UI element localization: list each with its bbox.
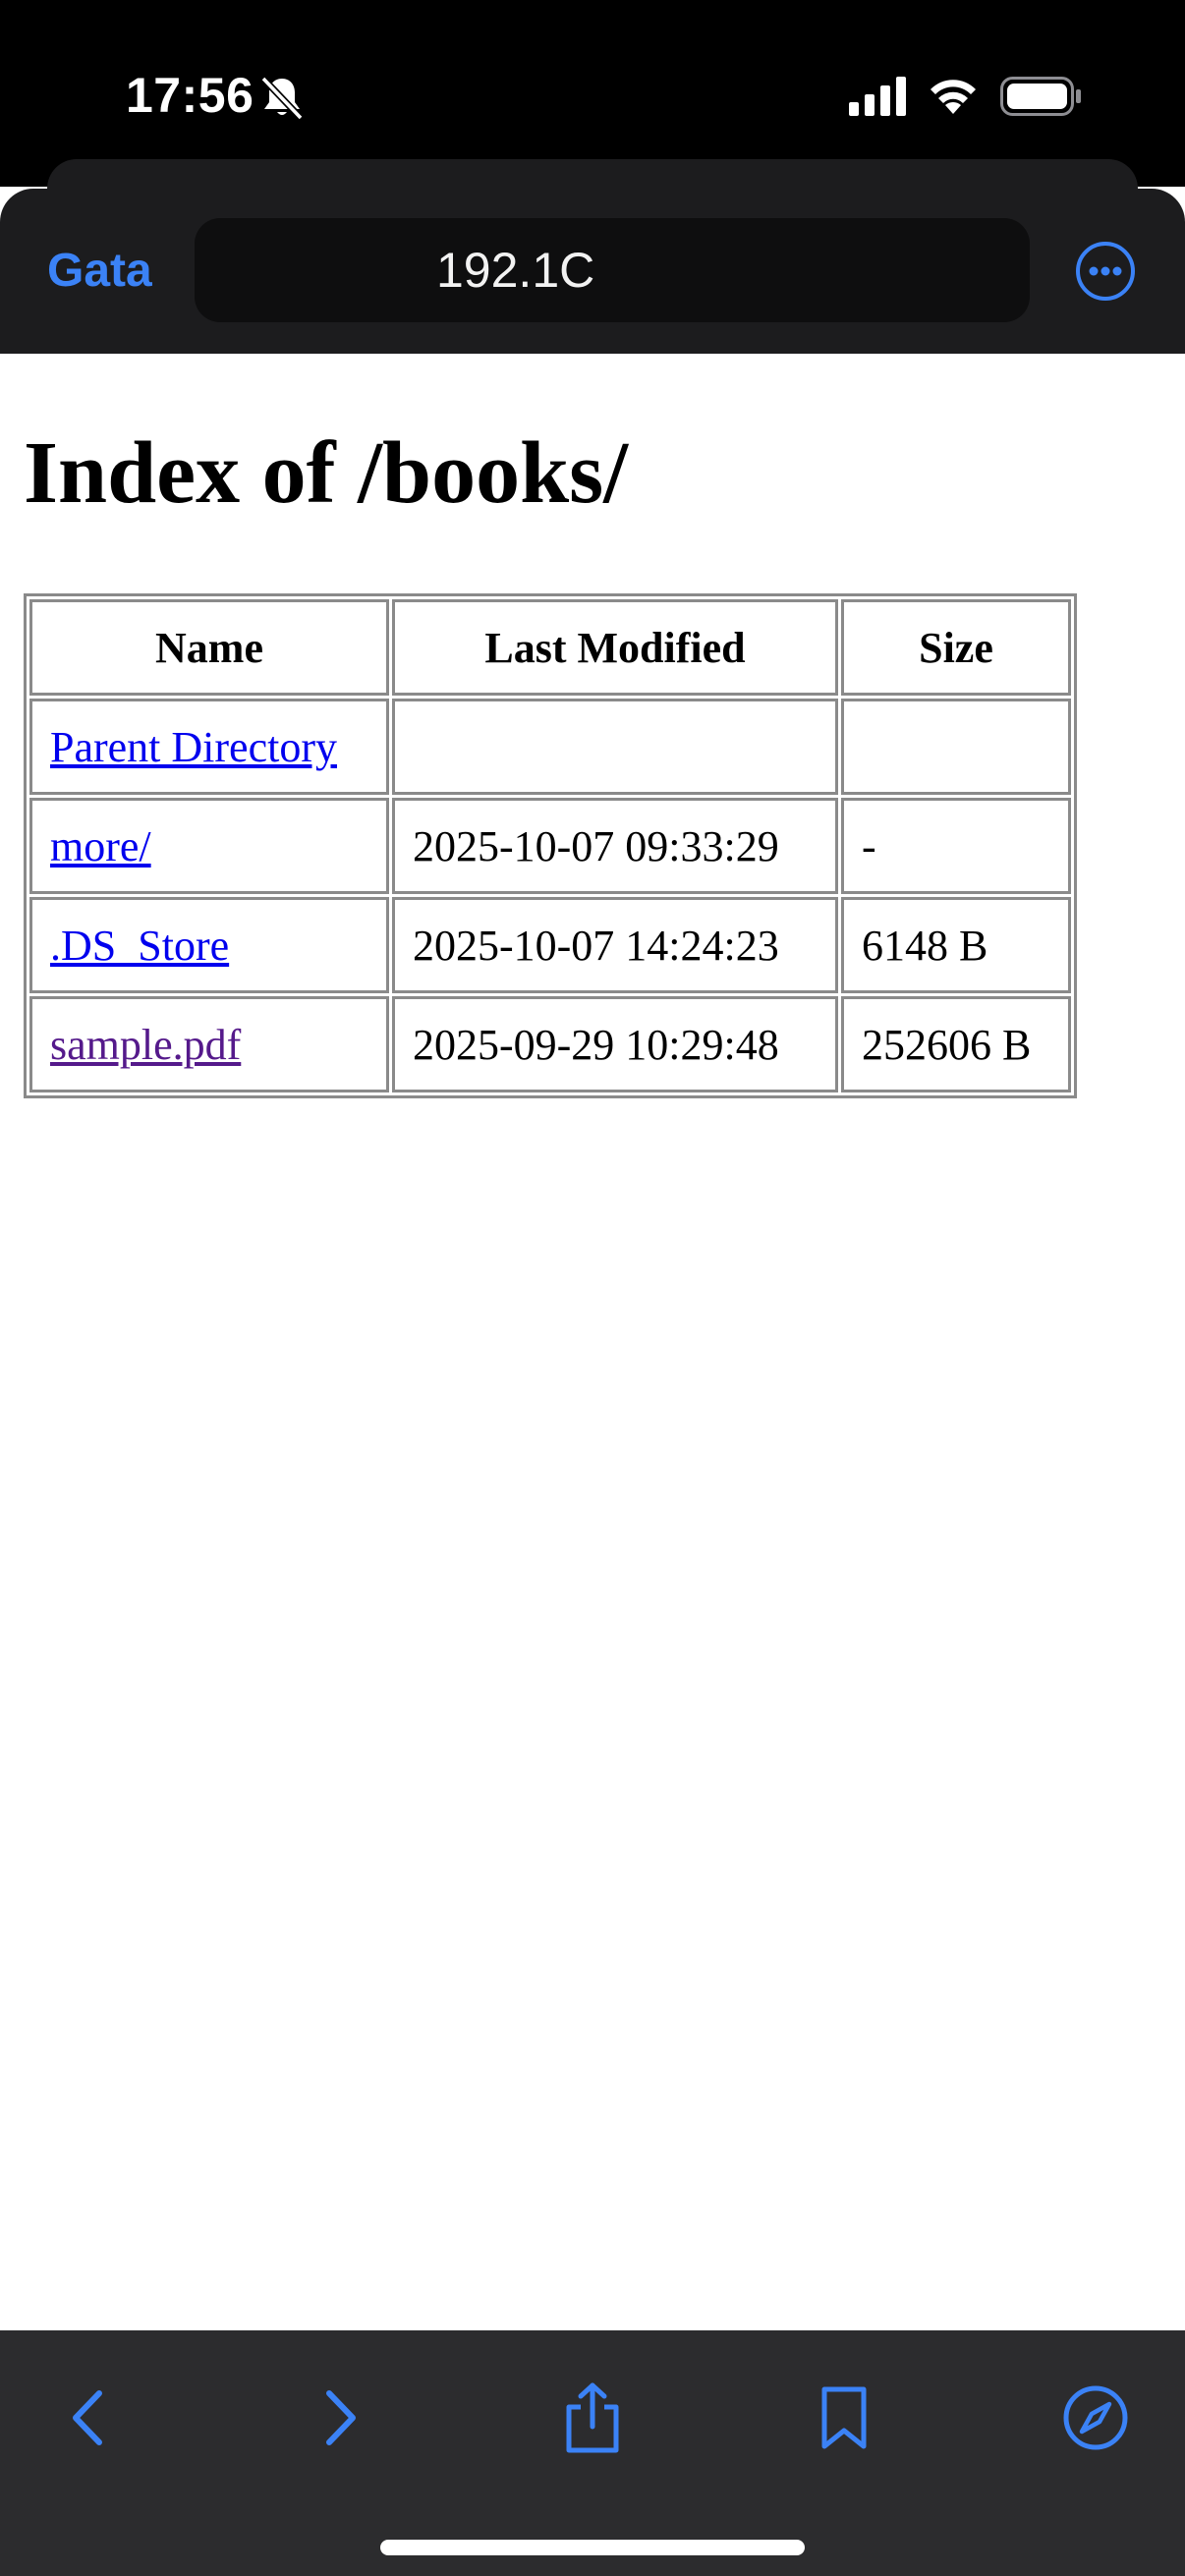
cell-name: Parent Directory — [29, 699, 389, 795]
header-name: Name — [29, 599, 389, 696]
back-to-app-button[interactable]: Gata — [47, 244, 152, 298]
cell-size: - — [841, 798, 1071, 894]
browser-top-toolbar: Gata 192.1C — [0, 189, 1185, 354]
browser-bottom-toolbar — [0, 2330, 1185, 2576]
page-title: Index of /books/ — [24, 424, 629, 522]
cell-modified: 2025-10-07 14:24:23 — [392, 897, 838, 993]
file-link-more[interactable]: more/ — [50, 822, 151, 870]
address-text: 192.1C — [436, 243, 595, 298]
compass-icon[interactable] — [1042, 2364, 1150, 2472]
cell-modified: 2025-09-29 10:29:48 — [392, 996, 838, 1092]
cell-size: 252606 B — [841, 996, 1071, 1092]
file-link-sample-pdf[interactable]: sample.pdf — [50, 1021, 241, 1069]
cellular-signal-icon — [849, 77, 908, 121]
back-chevron-icon[interactable] — [35, 2364, 143, 2472]
home-indicator[interactable] — [380, 2540, 805, 2555]
bookmarks-icon[interactable] — [790, 2364, 898, 2472]
parent-directory-link[interactable]: Parent Directory — [50, 723, 337, 771]
table-row: sample.pdf 2025-09-29 10:29:48 252606 B — [29, 996, 1071, 1092]
address-bar[interactable]: 192.1C — [195, 218, 1030, 322]
cell-size — [841, 699, 1071, 795]
cell-name: sample.pdf — [29, 996, 389, 1092]
directory-listing-table: Name Last Modified Size Parent Directory… — [24, 593, 1077, 1098]
file-link-ds-store[interactable]: .DS_Store — [50, 922, 229, 970]
battery-icon — [1000, 77, 1083, 121]
share-icon[interactable] — [538, 2364, 647, 2472]
cell-modified: 2025-10-07 09:33:29 — [392, 798, 838, 894]
cell-name: .DS_Store — [29, 897, 389, 993]
wifi-icon — [928, 73, 979, 121]
bell-slash-icon — [257, 73, 307, 127]
header-size: Size — [841, 599, 1071, 696]
table-row: Parent Directory — [29, 699, 1071, 795]
header-last-modified: Last Modified — [392, 599, 838, 696]
table-row: .DS_Store 2025-10-07 14:24:23 6148 B — [29, 897, 1071, 993]
cell-size: 6148 B — [841, 897, 1071, 993]
cell-modified — [392, 699, 838, 795]
table-header-row: Name Last Modified Size — [29, 599, 1071, 696]
table-row: more/ 2025-10-07 09:33:29 - — [29, 798, 1071, 894]
forward-chevron-icon[interactable] — [285, 2364, 393, 2472]
ellipsis-circle-icon[interactable] — [1075, 241, 1136, 302]
cell-name: more/ — [29, 798, 389, 894]
status-time: 17:56 — [126, 68, 254, 123]
